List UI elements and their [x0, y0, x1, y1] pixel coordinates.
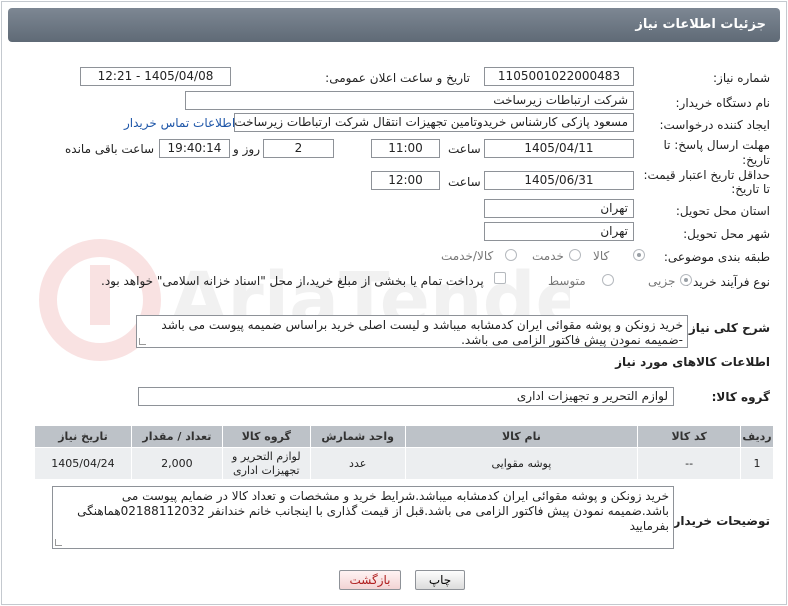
process-radio-medium[interactable]	[602, 274, 614, 286]
validity-date-field: 1405/06/31	[484, 171, 634, 190]
col-header: گروه کالا	[221, 425, 311, 448]
creator-label: ایجاد کننده درخواست:	[659, 118, 770, 132]
col-header: ردیف	[740, 425, 774, 448]
process-option-minor: جزیی	[648, 274, 676, 288]
cell-item-code: --	[637, 447, 742, 480]
days-field: 2	[263, 139, 334, 158]
treasury-checkbox[interactable]	[494, 272, 506, 284]
buyer-notes-textarea[interactable]: خرید زونکن و پوشه مقوائی ایران کدمشابه م…	[52, 486, 674, 549]
process-option-medium: متوسط	[548, 274, 586, 288]
city-field: تهران	[484, 222, 634, 241]
summary-text: خرید زونکن و پوشه مقوائی ایران کدمشابه م…	[161, 318, 683, 347]
validity-label-2: تا تاریخ:	[731, 182, 770, 196]
cell-item-name: پوشه مقوایی	[404, 447, 639, 480]
resize-grip-icon[interactable]	[55, 539, 62, 546]
announce-label: تاریخ و ساعت اعلان عمومی:	[325, 71, 470, 85]
payment-note: پرداخت تمام یا بخشی از مبلغ خرید،از محل …	[101, 274, 484, 288]
process-radio-minor[interactable]	[680, 274, 692, 286]
goods-group-field: لوازم التحریر و تجهیزات اداری	[138, 387, 674, 406]
buyer-org-label: نام دستگاه خریدار:	[675, 96, 771, 110]
creator-field: مسعود پازکی کارشناس خریدوتامین تجهیزات ا…	[234, 113, 634, 132]
buyer-notes-text: خرید زونکن و پوشه مقوائی ایران کدمشابه م…	[77, 489, 669, 533]
remaining-time-field: 19:40:14	[159, 139, 230, 158]
province-label: استان محل تحویل:	[675, 204, 770, 218]
col-header: واحد شمارش	[309, 425, 406, 448]
category-option-service: خدمت	[532, 249, 564, 263]
back-button[interactable]: بازگشت	[339, 570, 401, 590]
resize-grip-icon[interactable]	[139, 338, 146, 345]
validity-time-label: ساعت	[448, 175, 481, 189]
category-radio-goods[interactable]	[633, 249, 645, 261]
buyer-org-field: شرکت ارتباطات زیرساخت	[185, 91, 634, 110]
deadline-label: مهلت ارسال پاسخ: تا	[663, 138, 770, 152]
category-radio-both[interactable]	[505, 249, 517, 261]
table-row: 1 -- پوشه مقوایی عدد لوازم التحریر و تجه…	[34, 447, 774, 480]
page-header: جزئیات اطلاعات نیاز	[8, 8, 780, 42]
cell-need-date: 1405/04/24	[34, 447, 132, 480]
goods-table: ردیف کد کالا نام کالا واحد شمارش گروه کا…	[34, 425, 774, 480]
cell-row-number: 1	[740, 447, 774, 480]
summary-textarea[interactable]: خرید زونکن و پوشه مقوائی ایران کدمشابه م…	[136, 315, 688, 348]
goods-table-header: ردیف کد کالا نام کالا واحد شمارش گروه کا…	[34, 425, 774, 448]
need-number-field: 1105001022000483	[484, 67, 634, 86]
category-label: طبقه بندی موضوعی:	[663, 250, 770, 264]
remaining-label: ساعت باقی مانده	[65, 142, 155, 156]
print-button[interactable]: چاپ	[415, 570, 465, 590]
col-header: تاریخ نیاز	[34, 425, 132, 448]
validity-label: حداقل تاریخ اعتبار قیمت:	[643, 168, 770, 182]
col-header: نام کالا	[404, 425, 639, 448]
goods-group-label: گروه کالا:	[711, 390, 770, 404]
deadline-time-label: ساعت	[448, 142, 481, 156]
category-radio-service[interactable]	[569, 249, 581, 261]
buyer-contact-link[interactable]: اطلاعات تماس خریدار	[124, 116, 235, 130]
validity-time-field: 12:00	[371, 171, 440, 190]
process-label: نوع فرآیند خرید :	[685, 275, 770, 289]
cell-group: لوازم التحریر و تجهیزات اداری	[221, 447, 311, 480]
col-header: کد کالا	[637, 425, 742, 448]
deadline-time-field: 11:00	[371, 139, 440, 158]
col-header: تعداد / مقدار	[130, 425, 223, 448]
buyer-notes-label: توضیحات خریدار:	[668, 514, 770, 528]
goods-info-title: اطلاعات کالاهای مورد نیاز	[615, 355, 770, 369]
city-label: شهر محل تحویل:	[683, 227, 770, 241]
deadline-date-field: 1405/04/11	[484, 139, 634, 158]
category-option-both: کالا/خدمت	[441, 249, 494, 263]
province-field: تهران	[484, 199, 634, 218]
category-option-goods: کالا	[593, 249, 610, 263]
summary-label: شرح کلی نیاز:	[684, 321, 770, 335]
cell-quantity: 2,000	[130, 447, 223, 480]
cell-unit: عدد	[309, 447, 406, 480]
announce-field: 1405/04/08 - 12:21	[80, 67, 231, 86]
deadline-label-2: تاریخ:	[742, 153, 770, 167]
days-label: روز و	[233, 142, 260, 156]
need-number-label: شماره نیاز:	[713, 71, 770, 85]
